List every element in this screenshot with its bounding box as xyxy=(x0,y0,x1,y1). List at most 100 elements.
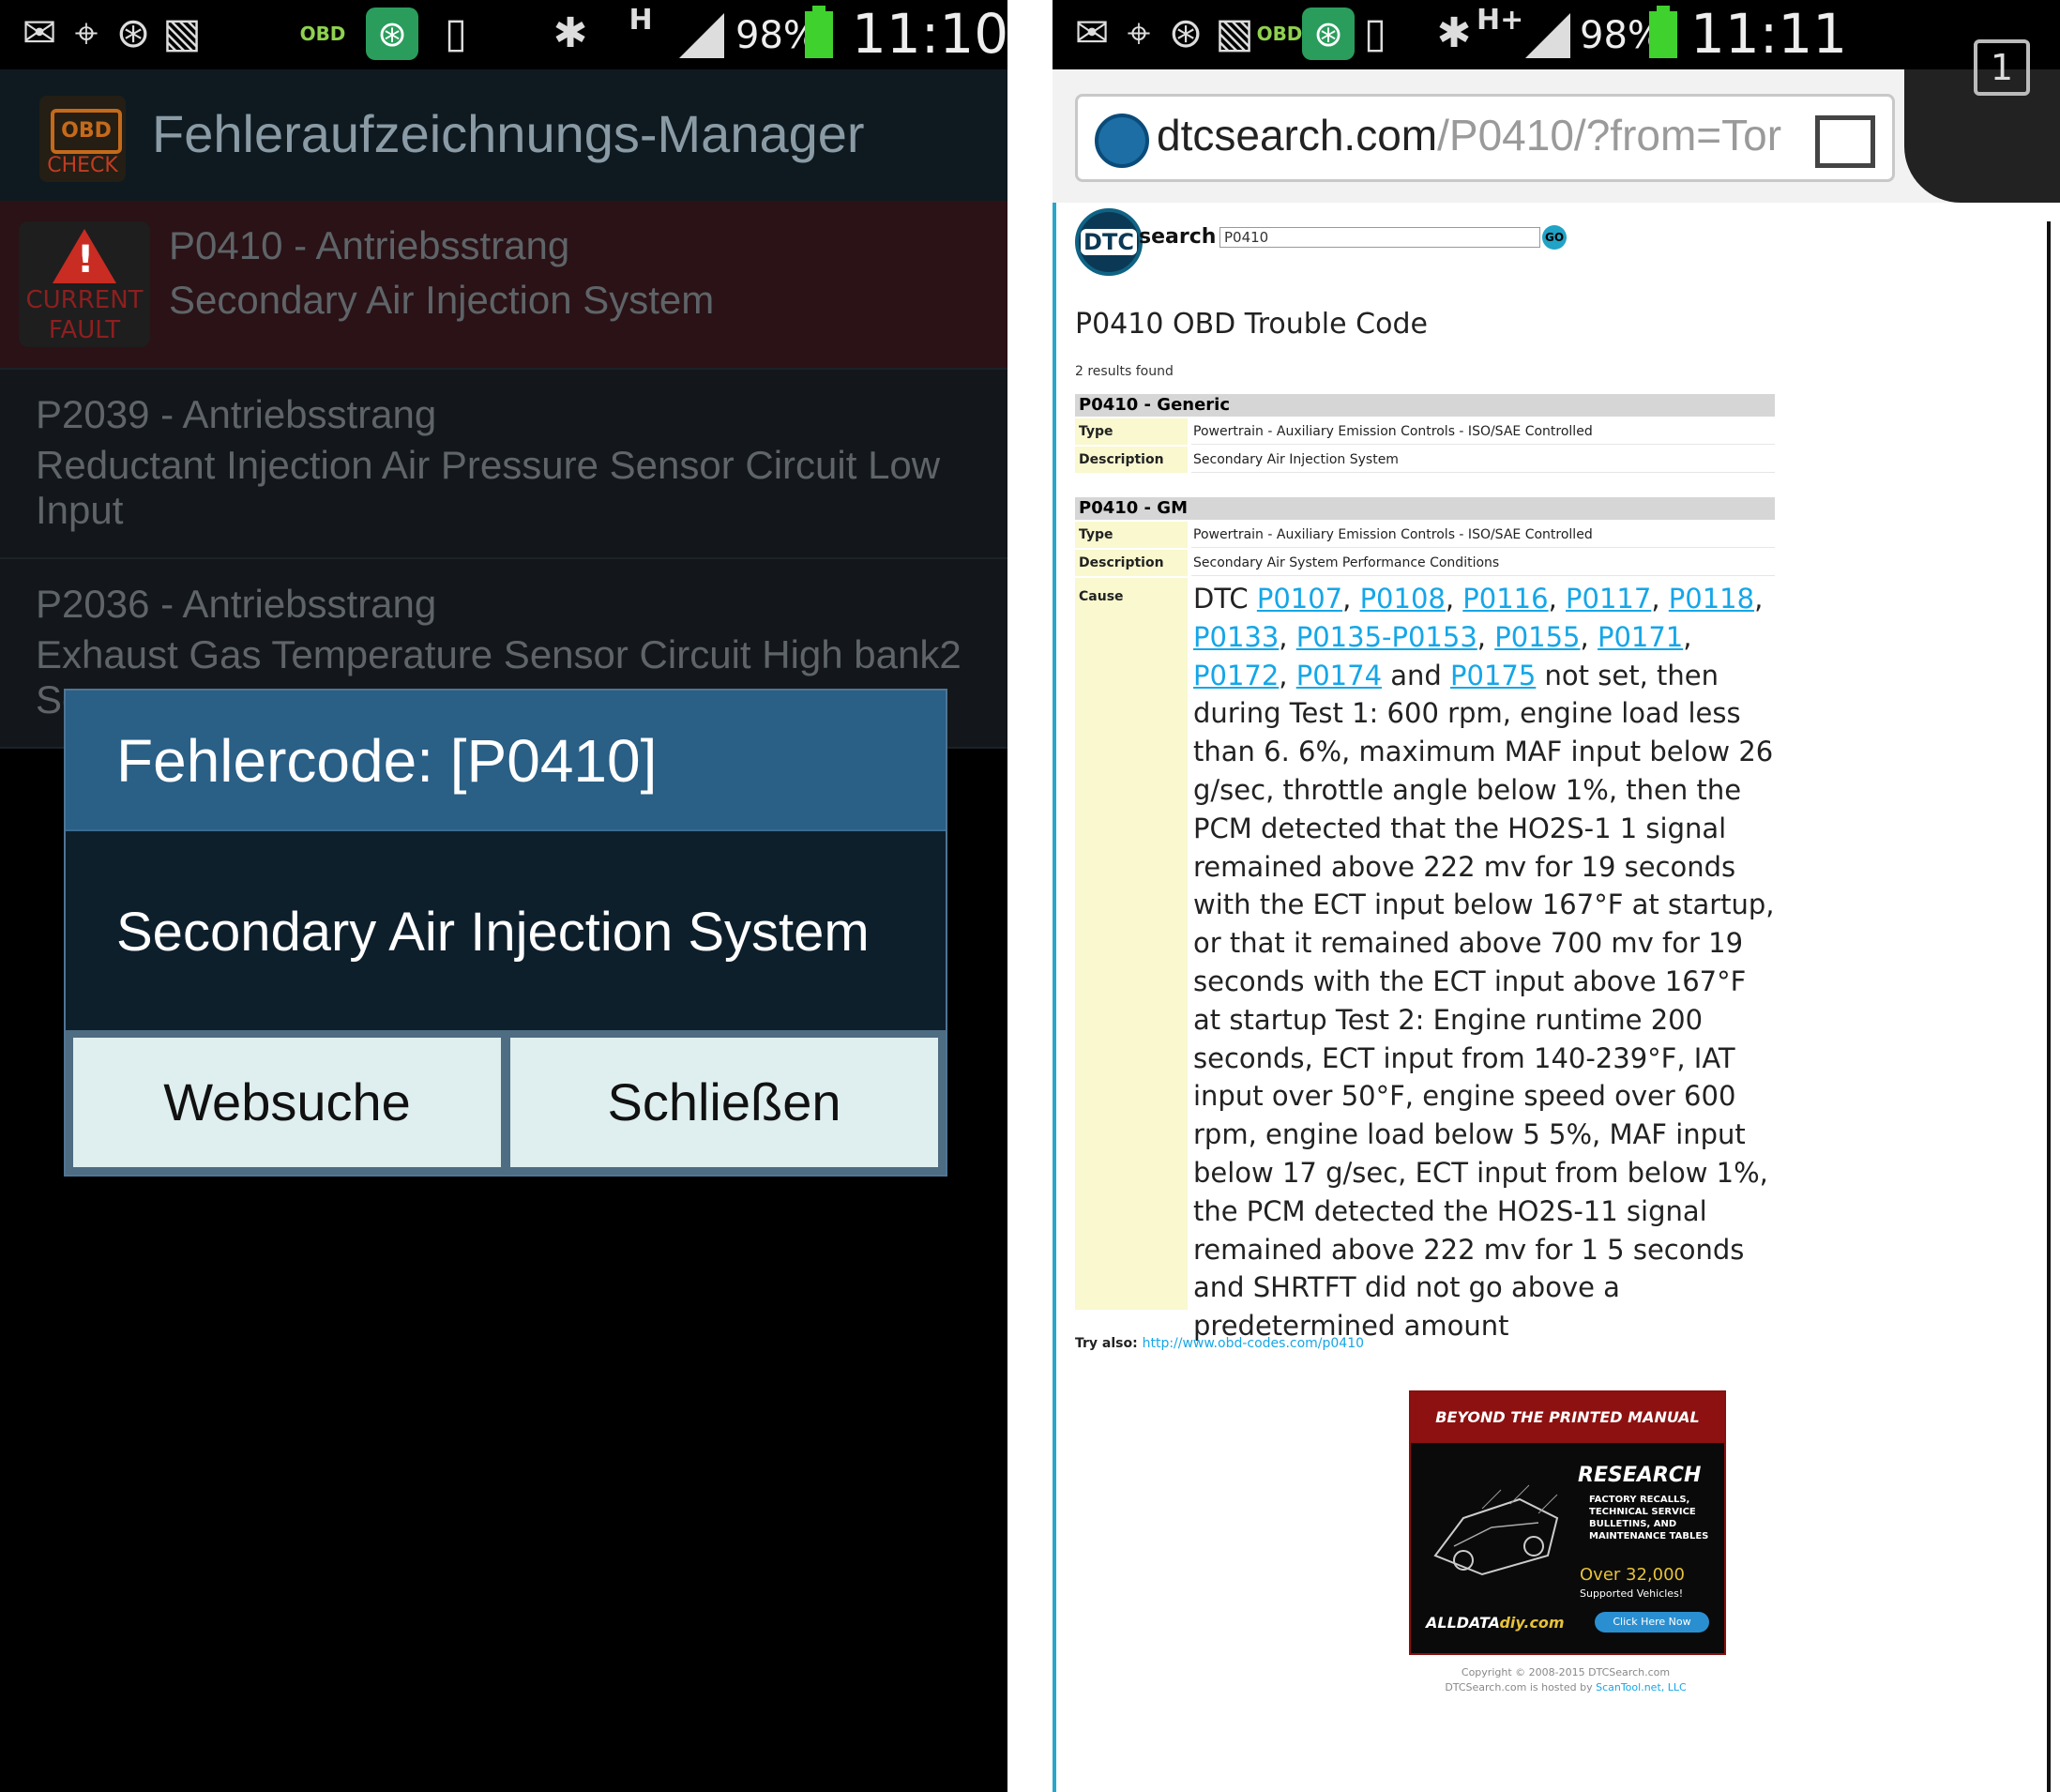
clock: 11:11 xyxy=(1690,2,1848,66)
bluetooth-icon: ✱ xyxy=(553,9,588,57)
phone-vibrate-icon: ▯ xyxy=(444,9,468,57)
dtc-link[interactable]: P0107 xyxy=(1257,583,1342,615)
ad-vehicle-count: Over 32,000 xyxy=(1580,1565,1685,1585)
host-link[interactable]: ScanTool.net, LLC xyxy=(1596,1681,1687,1693)
fault-code: P2039 - Antriebsstrang xyxy=(36,392,437,436)
ad-click-button[interactable]: Click Here Now xyxy=(1595,1612,1709,1633)
clock: 11:10 xyxy=(852,2,1007,66)
dtc-link[interactable]: P0108 xyxy=(1360,583,1446,615)
fault-list: ! CURRENT FAULT P0410 - Antriebsstrang S… xyxy=(0,201,1007,749)
description-label: Description xyxy=(1075,447,1188,473)
obd-icon: OBD xyxy=(299,23,346,45)
search-input[interactable]: P0410 xyxy=(1219,227,1540,248)
ad-headline: BEYOND THE PRINTED MANUAL xyxy=(1411,1392,1724,1443)
section-header-generic: P0410 - Generic xyxy=(1075,394,1775,417)
try-also-link[interactable]: http://www.obd-codes.com/p0410 xyxy=(1143,1336,1364,1351)
dtc-link[interactable]: P0118 xyxy=(1669,583,1754,615)
dtc-link[interactable]: P0155 xyxy=(1494,621,1580,653)
alldata-logo: ALLDATAdiy.com xyxy=(1426,1614,1565,1632)
fault-item-current[interactable]: ! CURRENT FAULT P0410 - Antriebsstrang S… xyxy=(0,201,1007,370)
obd-check-logo[interactable]: OBD CHECK xyxy=(39,96,126,182)
engine-icon: OBD xyxy=(51,109,122,154)
car-parts-diagram-icon xyxy=(1433,1484,1559,1576)
tab-switcher-button[interactable]: 1 xyxy=(1974,39,2030,96)
address-bar[interactable]: dtcsearch.com/P0410/?from=Tor xyxy=(1075,94,1895,182)
cause-label: Cause xyxy=(1075,578,1188,1310)
status-bar: ✉ ⌖ ⊛ ▧ OBD ⊛ ▯ ✱ H+ 98% 11:11 xyxy=(1053,0,2060,69)
fault-description: Secondary Air Injection System xyxy=(169,278,715,322)
bluetooth-icon: ✱ xyxy=(1436,9,1472,57)
gps-icon: ⌖ xyxy=(1127,9,1151,57)
dtc-link[interactable]: P0171 xyxy=(1598,621,1683,653)
alldata-ad-banner[interactable]: BEYOND THE PRINTED MANUAL RESEARCH FACTO… xyxy=(1409,1390,1726,1655)
go-button[interactable]: GO xyxy=(1542,225,1567,250)
description-label: Description xyxy=(1075,550,1188,576)
current-fault-badge: ! CURRENT FAULT xyxy=(19,221,150,347)
results-count: 2 results found xyxy=(1075,364,1174,379)
dtc-logo[interactable]: DTC xyxy=(1075,208,1143,276)
ad-supported: Supported Vehicles! xyxy=(1580,1587,1684,1600)
url-text: dtcsearch.com/P0410/?from=Tor xyxy=(1157,111,1782,159)
search-label: search xyxy=(1139,225,1217,249)
fault-description: Reductant Injection Air Pressure Sensor … xyxy=(36,443,941,532)
footer-copyright: Copyright © 2008-2015 DTCSearch.com xyxy=(1461,1666,1671,1678)
app-bar: OBD CHECK Fehleraufzeichnungs-Manager xyxy=(0,69,1007,201)
type-label: Type xyxy=(1075,418,1188,445)
dtc-link[interactable]: P0172 xyxy=(1193,660,1279,691)
fault-item[interactable]: P2039 - Antriebsstrang Reductant Injecti… xyxy=(0,370,1007,559)
section-header-gm: P0410 - GM xyxy=(1075,497,1775,520)
network-type: H xyxy=(629,4,653,37)
app-title: Fehleraufzeichnungs-Manager xyxy=(152,104,865,163)
right-screenshot: ✉ ⌖ ⊛ ▧ OBD ⊛ ▯ ✱ H+ 98% 11:11 dtcsearch… xyxy=(1053,0,2060,1792)
ad-research: RESEARCH xyxy=(1578,1464,1702,1487)
dtc-link[interactable]: P0135-P0153 xyxy=(1296,621,1477,653)
battery-icon xyxy=(805,6,833,58)
close-button[interactable]: Schließen xyxy=(510,1038,938,1167)
fault-code-dialog: Fehlercode: [P0410] Secondary Air Inject… xyxy=(64,689,947,1177)
reader-mode-icon[interactable] xyxy=(1815,115,1875,168)
description-value: Secondary Air System Performance Conditi… xyxy=(1191,550,1775,576)
dtc-link[interactable]: P0133 xyxy=(1193,621,1279,653)
footer-hosted: DTCSearch.com is hosted by ScanTool.net,… xyxy=(1445,1681,1687,1693)
current-fault-label: CURRENT FAULT xyxy=(25,286,144,344)
signal-icon xyxy=(679,13,724,58)
status-bar: ✉ ⌖ ⊛ ▧ OBD ⊛ ▯ ✱ H 98% 11:10 xyxy=(0,0,1007,69)
dialog-button-bar: Websuche Schließen xyxy=(66,1030,946,1175)
dtc-link[interactable]: P0116 xyxy=(1462,583,1548,615)
dtc-link[interactable]: P0175 xyxy=(1450,660,1536,691)
dtc-link[interactable]: P0174 xyxy=(1296,660,1382,691)
signal-icon xyxy=(1525,13,1570,58)
site-favicon-icon xyxy=(1095,114,1149,168)
mail-icon: ✉ xyxy=(1074,9,1110,57)
cause-text: DTC P0107, P0108, P0116, P0117, P0118, P… xyxy=(1193,583,1775,1343)
image-icon: ▧ xyxy=(162,9,202,57)
web-search-button[interactable]: Websuche xyxy=(73,1038,501,1167)
scroll-edge xyxy=(2047,221,2051,1792)
mail-icon: ✉ xyxy=(22,9,57,57)
battery-icon xyxy=(1649,6,1677,58)
gps-icon: ⌖ xyxy=(74,9,98,57)
description-value: Secondary Air Injection System xyxy=(1191,447,1775,473)
web-page: DTC search P0410 GO P0410 OBD Trouble Co… xyxy=(1053,203,2060,1792)
ad-details: FACTORY RECALLS, TECHNICAL SERVICE BULLE… xyxy=(1589,1495,1709,1541)
dialog-message: Secondary Air Injection System xyxy=(116,902,870,963)
fault-code: P2036 - Antriebsstrang xyxy=(36,582,437,626)
logo-check-text: CHECK xyxy=(47,154,118,177)
steering-wheel-icon: ⊛ xyxy=(1168,9,1204,57)
obd-icon: OBD xyxy=(1256,23,1303,45)
fault-code: P0410 - Antriebsstrang xyxy=(169,223,570,267)
try-also: Try also: http://www.obd-codes.com/p0410 xyxy=(1075,1336,1365,1351)
left-screenshot: ✉ ⌖ ⊛ ▧ OBD ⊛ ▯ ✱ H 98% 11:10 OBD CHECK … xyxy=(0,0,1007,1792)
page-title: P0410 OBD Trouble Code xyxy=(1075,308,1428,341)
steering-wheel-icon: ⊛ xyxy=(115,9,151,57)
driving-app-icon: ⊛ xyxy=(366,8,418,60)
network-type: H+ xyxy=(1477,4,1524,37)
driving-app-icon: ⊛ xyxy=(1302,8,1355,60)
type-value: Powertrain - Auxiliary Emission Controls… xyxy=(1191,522,1775,548)
dtc-link[interactable]: P0117 xyxy=(1566,583,1651,615)
phone-vibrate-icon: ▯ xyxy=(1363,9,1387,57)
type-value: Powertrain - Auxiliary Emission Controls… xyxy=(1191,418,1775,445)
dialog-title-bar: Fehlercode: [P0410] xyxy=(66,691,946,831)
dialog-title: Fehlercode: [P0410] xyxy=(116,727,658,795)
type-label: Type xyxy=(1075,522,1188,548)
